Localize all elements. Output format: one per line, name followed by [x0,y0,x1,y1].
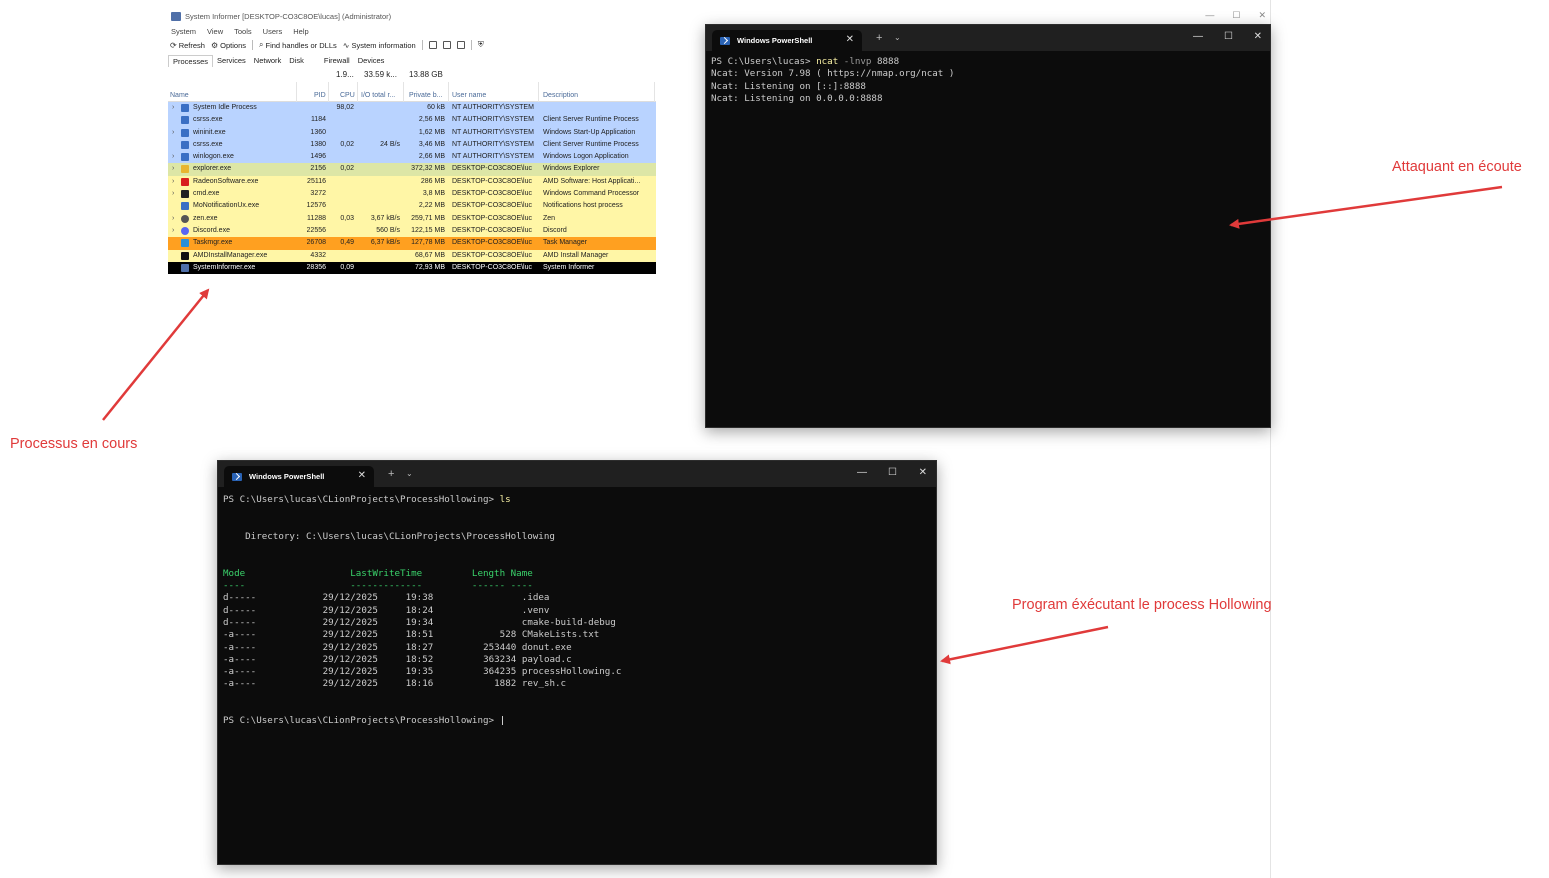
arrow-processes [102,288,210,421]
annotation-program: Program éxécutant le process Hollowing [1012,597,1272,613]
annotation-arrows [102,185,1503,665]
arrow-program [940,625,1109,665]
desktop-canvas: System Informer [DESKTOP-CO3C8OE\lucas] … [0,0,1549,878]
arrow-attacker [1229,185,1503,229]
annotation-attacker: Attaquant en écoute [1392,159,1522,175]
annotation-processes: Processus en cours [10,436,138,452]
